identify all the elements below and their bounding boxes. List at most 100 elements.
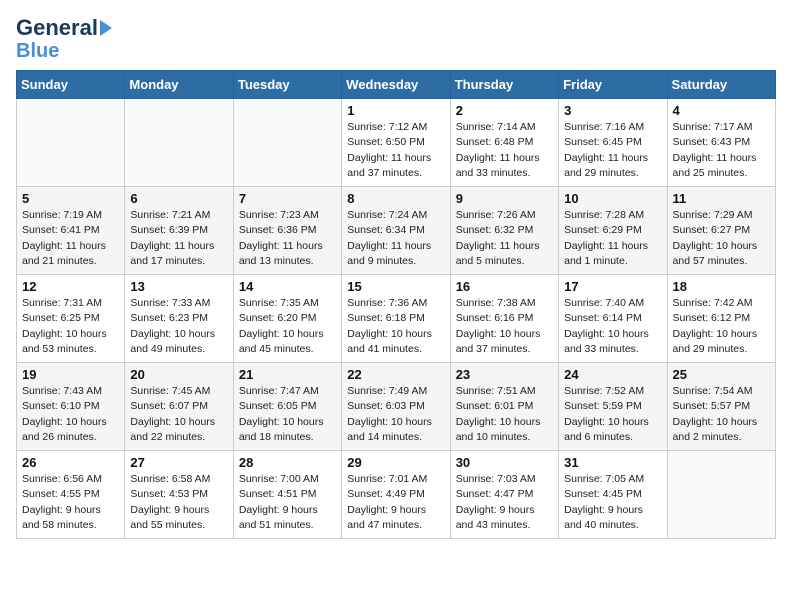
day-number: 10 [564,191,661,206]
calendar-cell: 20 Sunrise: 7:45 AM Sunset: 6:07 PM Dayli… [125,363,233,451]
calendar-cell: 13 Sunrise: 7:33 AM Sunset: 6:23 PM Dayli… [125,275,233,363]
day-number: 4 [673,103,770,118]
calendar-cell: 11 Sunrise: 7:29 AM Sunset: 6:27 PM Dayli… [667,187,775,275]
day-number: 5 [22,191,119,206]
day-number: 20 [130,367,227,382]
calendar-cell: 17 Sunrise: 7:40 AM Sunset: 6:14 PM Dayli… [559,275,667,363]
calendar-cell: 29 Sunrise: 7:01 AM Sunset: 4:49 PM Dayli… [342,451,450,539]
calendar-cell: 1 Sunrise: 7:12 AM Sunset: 6:50 PM Daylig… [342,99,450,187]
calendar-cell [125,99,233,187]
calendar-cell: 27 Sunrise: 6:58 AM Sunset: 4:53 PM Dayli… [125,451,233,539]
day-info: Sunrise: 7:31 AM Sunset: 6:25 PM Dayligh… [22,296,119,357]
day-info: Sunrise: 6:58 AM Sunset: 4:53 PM Dayligh… [130,472,227,533]
day-number: 22 [347,367,444,382]
weekday-header-tuesday: Tuesday [233,71,341,99]
day-info: Sunrise: 7:54 AM Sunset: 5:57 PM Dayligh… [673,384,770,445]
calendar-cell: 16Sunrise: 7:38 AM Sunset: 6:16 PM Dayli… [450,275,558,363]
day-info: Sunrise: 7:26 AM Sunset: 6:32 PM Dayligh… [456,208,553,269]
day-info: Sunrise: 7:19 AM Sunset: 6:41 PM Dayligh… [22,208,119,269]
calendar-week-row: 1 Sunrise: 7:12 AM Sunset: 6:50 PM Daylig… [17,99,776,187]
calendar-cell: 6 Sunrise: 7:21 AM Sunset: 6:39 PM Daylig… [125,187,233,275]
day-info: Sunrise: 7:43 AM Sunset: 6:10 PM Dayligh… [22,384,119,445]
day-info: Sunrise: 7:33 AM Sunset: 6:23 PM Dayligh… [130,296,227,357]
calendar-cell [17,99,125,187]
calendar-cell [667,451,775,539]
day-number: 6 [130,191,227,206]
day-number: 26 [22,455,119,470]
calendar-cell: 24 Sunrise: 7:52 AM Sunset: 5:59 PM Dayli… [559,363,667,451]
day-info: Sunrise: 7:29 AM Sunset: 6:27 PM Dayligh… [673,208,770,269]
calendar-cell: 28 Sunrise: 7:00 AM Sunset: 4:51 PM Dayli… [233,451,341,539]
calendar-cell: 10 Sunrise: 7:28 AM Sunset: 6:29 PM Dayli… [559,187,667,275]
day-info: Sunrise: 7:16 AM Sunset: 6:45 PM Dayligh… [564,120,661,181]
day-info: Sunrise: 7:40 AM Sunset: 6:14 PM Dayligh… [564,296,661,357]
day-number: 30 [456,455,553,470]
day-number: 1 [347,103,444,118]
calendar-cell: 7 Sunrise: 7:23 AM Sunset: 6:36 PM Daylig… [233,187,341,275]
calendar-cell: 4 Sunrise: 7:17 AM Sunset: 6:43 PM Daylig… [667,99,775,187]
day-number: 9 [456,191,553,206]
weekday-header-monday: Monday [125,71,233,99]
weekday-header-sunday: Sunday [17,71,125,99]
calendar-cell: 22 Sunrise: 7:49 AM Sunset: 6:03 PM Dayli… [342,363,450,451]
day-number: 12 [22,279,119,294]
day-number: 29 [347,455,444,470]
day-info: Sunrise: 7:03 AM Sunset: 4:47 PM Dayligh… [456,472,553,533]
day-info: Sunrise: 7:36 AM Sunset: 6:18 PM Dayligh… [347,296,444,357]
calendar-cell: 3 Sunrise: 7:16 AM Sunset: 6:45 PM Daylig… [559,99,667,187]
day-number: 16 [456,279,553,294]
calendar-cell: 12 Sunrise: 7:31 AM Sunset: 6:25 PM Dayli… [17,275,125,363]
day-number: 2 [456,103,553,118]
day-number: 18 [673,279,770,294]
day-info: Sunrise: 7:00 AM Sunset: 4:51 PM Dayligh… [239,472,336,533]
day-info: Sunrise: 7:52 AM Sunset: 5:59 PM Dayligh… [564,384,661,445]
day-info: Sunrise: 7:49 AM Sunset: 6:03 PM Dayligh… [347,384,444,445]
day-number: 25 [673,367,770,382]
calendar-cell: 31 Sunrise: 7:05 AM Sunset: 4:45 PM Dayli… [559,451,667,539]
calendar-cell: 18 Sunrise: 7:42 AM Sunset: 6:12 PM Dayli… [667,275,775,363]
day-info: Sunrise: 7:42 AM Sunset: 6:12 PM Dayligh… [673,296,770,357]
weekday-header-row: SundayMondayTuesdayWednesdayThursdayFrid… [17,71,776,99]
day-number: 3 [564,103,661,118]
day-number: 7 [239,191,336,206]
calendar-cell: 26 Sunrise: 6:56 AM Sunset: 4:55 PM Dayli… [17,451,125,539]
day-info: Sunrise: 7:21 AM Sunset: 6:39 PM Dayligh… [130,208,227,269]
weekday-header-wednesday: Wednesday [342,71,450,99]
day-number: 17 [564,279,661,294]
day-info: Sunrise: 7:01 AM Sunset: 4:49 PM Dayligh… [347,472,444,533]
day-info: Sunrise: 7:12 AM Sunset: 6:50 PM Dayligh… [347,120,444,181]
logo-arrow-icon [100,20,112,36]
calendar-cell: 5 Sunrise: 7:19 AM Sunset: 6:41 PM Daylig… [17,187,125,275]
calendar-cell: 23Sunrise: 7:51 AM Sunset: 6:01 PM Dayli… [450,363,558,451]
day-info: Sunrise: 7:24 AM Sunset: 6:34 PM Dayligh… [347,208,444,269]
calendar-week-row: 12 Sunrise: 7:31 AM Sunset: 6:25 PM Dayli… [17,275,776,363]
day-info: Sunrise: 7:35 AM Sunset: 6:20 PM Dayligh… [239,296,336,357]
day-info: Sunrise: 7:45 AM Sunset: 6:07 PM Dayligh… [130,384,227,445]
weekday-header-thursday: Thursday [450,71,558,99]
weekday-header-friday: Friday [559,71,667,99]
day-info: Sunrise: 7:23 AM Sunset: 6:36 PM Dayligh… [239,208,336,269]
day-number: 31 [564,455,661,470]
calendar-cell: 9 Sunrise: 7:26 AM Sunset: 6:32 PM Daylig… [450,187,558,275]
day-info: Sunrise: 7:51 AM Sunset: 6:01 PM Dayligh… [456,384,553,445]
calendar-week-row: 5 Sunrise: 7:19 AM Sunset: 6:41 PM Daylig… [17,187,776,275]
logo-text-general: General [16,16,98,40]
calendar-header: General Blue [16,16,776,62]
day-number: 8 [347,191,444,206]
calendar-cell: 25 Sunrise: 7:54 AM Sunset: 5:57 PM Dayli… [667,363,775,451]
day-number: 24 [564,367,661,382]
day-number: 13 [130,279,227,294]
day-number: 15 [347,279,444,294]
day-number: 21 [239,367,336,382]
day-info: Sunrise: 7:47 AM Sunset: 6:05 PM Dayligh… [239,384,336,445]
day-info: Sunrise: 7:17 AM Sunset: 6:43 PM Dayligh… [673,120,770,181]
day-info: Sunrise: 7:05 AM Sunset: 4:45 PM Dayligh… [564,472,661,533]
day-number: 11 [673,191,770,206]
calendar-cell: 30 Sunrise: 7:03 AM Sunset: 4:47 PM Dayli… [450,451,558,539]
day-info: Sunrise: 6:56 AM Sunset: 4:55 PM Dayligh… [22,472,119,533]
weekday-header-saturday: Saturday [667,71,775,99]
day-number: 27 [130,455,227,470]
day-info: Sunrise: 7:28 AM Sunset: 6:29 PM Dayligh… [564,208,661,269]
day-number: 28 [239,455,336,470]
calendar-cell: 19Sunrise: 7:43 AM Sunset: 6:10 PM Dayli… [17,363,125,451]
